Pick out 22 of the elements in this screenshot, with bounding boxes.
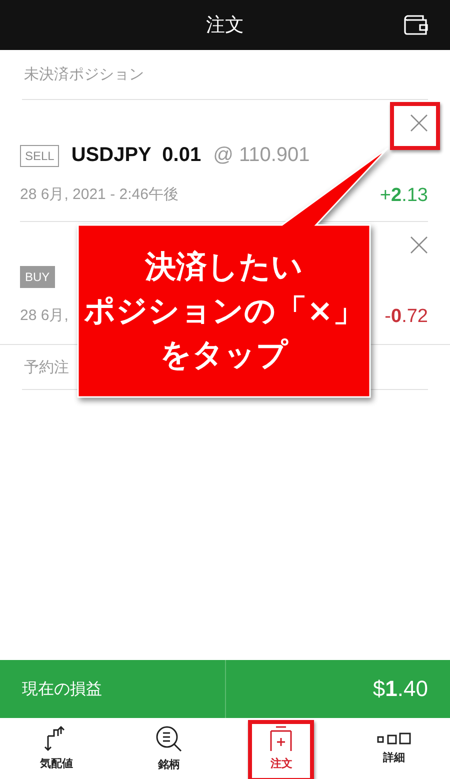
callout-text: 決済したい [145, 248, 303, 287]
summary-label: 現在の損益 [22, 678, 102, 700]
search-icon [154, 725, 183, 753]
squares-icon [376, 732, 411, 746]
date-text: 28 6月, 2021 - 2:46午後 [20, 185, 178, 205]
summary-value: $1.40 [372, 676, 428, 702]
side-badge: SELL [20, 144, 60, 166]
section-heading: 予約注 [24, 358, 69, 376]
order-icon [269, 726, 294, 752]
symbol-text: USDJPY 0.01 [71, 144, 202, 167]
side-badge: BUY [20, 266, 55, 288]
date-text: 28 6月, [20, 306, 68, 326]
section-heading: 未決済ポジション [24, 65, 144, 84]
price-text: @ 110.901 [213, 144, 310, 167]
screen-title: 注文 [206, 13, 244, 38]
highlight-frame [248, 720, 314, 779]
wallet-icon[interactable] [404, 15, 428, 35]
highlight-frame [390, 102, 440, 150]
callout-text: をタップ [160, 336, 288, 375]
callout-text: ポジションの「×」 [84, 292, 364, 331]
profit-text: -0.72 [384, 306, 428, 328]
profit-text: +2.13 [380, 185, 428, 207]
